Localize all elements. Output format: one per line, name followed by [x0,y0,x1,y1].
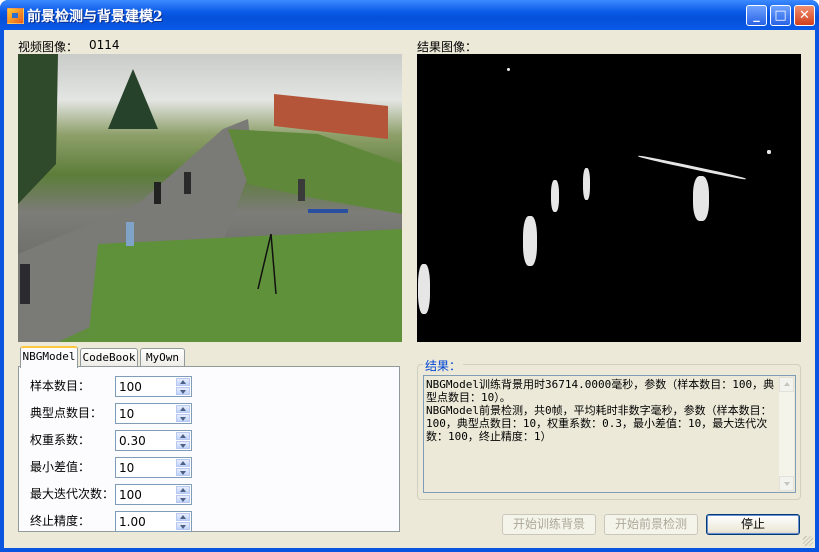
up-arrow-icon[interactable] [176,405,190,413]
max-iterations-stepper[interactable]: 100 [115,484,192,505]
start-foreground-detection-button[interactable]: 开始前景检测 [604,514,698,535]
down-arrow-icon[interactable] [176,414,190,422]
down-arrow-icon[interactable] [176,468,190,476]
window-title: 前景检测与背景建模2 [27,9,163,25]
result-text: NBGModel训练背景用时36714.0000毫秒，参数（样本数目：100，典… [426,378,775,443]
sample-count-value: 100 [119,380,142,394]
down-arrow-icon[interactable] [176,522,190,530]
person [126,222,134,246]
foreground-blob [418,264,430,314]
building [274,94,388,139]
pine-tree [108,69,158,129]
video-scene [18,54,402,342]
tab-myown[interactable]: MyOwn [140,348,185,367]
typical-point-count-value: 10 [119,407,135,421]
typical-point-count-label: 典型点数目： [30,406,103,420]
start-train-background-button[interactable]: 开始训练背景 [502,514,596,535]
maximize-button[interactable]: □ [770,5,791,26]
min-difference-label: 最小差值： [30,460,91,474]
tab-codebook[interactable]: CodeBook [80,348,138,367]
up-arrow-icon[interactable] [176,378,190,386]
sample-count-stepper[interactable]: 100 [115,376,192,397]
down-arrow-icon[interactable] [176,495,190,503]
tab-nbgmodel[interactable]: NBGModel [20,346,78,368]
result-scrollbar[interactable] [779,377,794,491]
weight-coefficient-stepper[interactable]: 0.30 [115,430,192,451]
client-area: 视频图像： 0114 结果图像： NBGModel CodeBook MyOwn… [4,30,815,548]
edge-noise [507,68,510,71]
edge-noise [767,150,771,154]
person [20,264,30,304]
up-arrow-icon[interactable] [176,459,190,467]
blue-sign [308,209,348,213]
max-iterations-value: 100 [119,488,142,502]
min-difference-value: 10 [119,461,135,475]
foreground-blob [583,168,590,200]
min-difference-stepper[interactable]: 10 [115,457,192,478]
stop-precision-value: 1.00 [119,515,146,529]
frame-number: 0114 [89,38,120,52]
person [154,182,161,204]
up-arrow-icon[interactable] [176,513,190,521]
foreground-blob [693,176,709,221]
weight-coefficient-label: 权重系数： [30,433,91,447]
result-textbox[interactable]: NBGModel训练背景用时36714.0000毫秒，参数（样本数目：100，典… [423,375,796,493]
foreground-blob [551,180,559,212]
weight-coefficient-value: 0.30 [119,434,146,448]
lawn-right [228,129,402,214]
up-arrow-icon[interactable] [176,486,190,494]
typical-point-count-stepper[interactable]: 10 [115,403,192,424]
tree-left [18,54,58,204]
person [184,172,191,194]
video-image [18,54,402,342]
person [298,179,305,201]
max-iterations-label: 最大迭代次数： [30,487,115,501]
title-bar[interactable]: 前景检测与背景建模2 _ □ ✕ [0,0,819,30]
result-group-title: 结果： [423,357,464,374]
app-window: 前景检测与背景建模2 _ □ ✕ 视频图像： 0114 结果图像： NBGMod… [0,0,819,552]
stop-button[interactable]: 停止 [706,514,800,535]
nbgmodel-tab-page: 样本数目： 100 典型点数目： 10 权重系数： 0.30 最小差值： 10 … [18,366,400,532]
scroll-up-arrow-icon[interactable] [779,377,794,392]
app-icon [7,8,24,24]
down-arrow-icon[interactable] [176,387,190,395]
result-image [417,54,801,342]
minimize-button[interactable]: _ [746,5,767,26]
result-image-label: 结果图像： [417,40,478,54]
video-image-label: 视频图像： [18,40,79,54]
stop-precision-label: 终止精度： [30,514,91,528]
sample-count-label: 样本数目： [30,379,91,393]
stop-precision-stepper[interactable]: 1.00 [115,511,192,532]
close-button[interactable]: ✕ [794,5,815,26]
foreground-blob [523,216,537,266]
down-arrow-icon[interactable] [176,441,190,449]
resize-grip-icon[interactable] [803,536,813,546]
scroll-down-arrow-icon[interactable] [779,476,794,491]
edge-noise [637,154,747,181]
up-arrow-icon[interactable] [176,432,190,440]
lawn-front [88,229,402,342]
